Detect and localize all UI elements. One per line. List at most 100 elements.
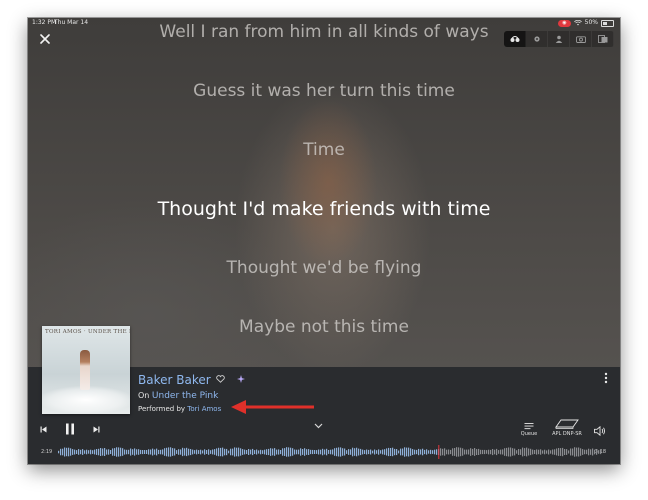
waveform-bar <box>550 450 552 454</box>
waveform-bar <box>332 449 334 455</box>
waveform-bar <box>386 448 388 456</box>
waveform-bar <box>108 449 110 455</box>
track-title[interactable]: Baker Baker <box>138 373 211 387</box>
waveform-bar <box>376 450 378 454</box>
waveform-bar <box>472 448 474 456</box>
waveform-bar <box>104 448 106 456</box>
waveform-bar <box>440 448 442 456</box>
waveform-bar <box>64 447 66 457</box>
volume-button[interactable] <box>594 421 606 440</box>
waveform-bar <box>262 450 264 454</box>
album-link[interactable]: Under the Pink <box>152 391 218 401</box>
waveform-bar <box>210 450 212 454</box>
waveform-bar <box>362 449 364 455</box>
previous-track-button[interactable] <box>40 426 47 433</box>
waveform-bar <box>598 450 600 454</box>
waveform-bar <box>292 448 294 456</box>
album-art-figure <box>80 350 90 390</box>
waveform-bar <box>142 450 144 455</box>
waveform-bar <box>290 447 292 457</box>
favorite-button[interactable] <box>216 375 225 386</box>
waveform-bar <box>340 447 342 457</box>
expand-panel-button[interactable] <box>314 422 323 432</box>
lyric-line-current[interactable]: Thought I'd make friends with time <box>28 198 620 220</box>
more-options-button[interactable] <box>604 372 608 386</box>
waveform-bar <box>482 449 484 455</box>
waveform-bar <box>572 448 574 456</box>
waveform-bar <box>150 449 152 455</box>
waveform-bar <box>246 450 248 455</box>
waveform-bar <box>158 449 160 455</box>
waveform-bar <box>382 449 384 455</box>
waveform-bar <box>324 449 326 455</box>
waveform-bar <box>540 449 542 455</box>
sparkle-button[interactable] <box>237 375 245 386</box>
pause-button[interactable] <box>65 423 75 435</box>
heart-icon <box>216 375 225 383</box>
waveform-bar <box>110 450 112 454</box>
waveform-bar <box>476 449 478 455</box>
playhead[interactable] <box>438 445 440 459</box>
waveform-bar <box>244 449 246 455</box>
waveform-bar <box>80 449 82 455</box>
waveform-bar <box>208 449 210 455</box>
waveform-bar <box>252 448 254 456</box>
waveform-bar <box>520 449 522 455</box>
pause-icon <box>66 423 74 435</box>
lyrics-view[interactable]: Well I ran from him in all kinds of ways… <box>28 18 620 367</box>
waveform-bar <box>532 449 534 455</box>
waveform-bar <box>498 450 500 454</box>
mode-tab-headphones[interactable] <box>504 31 526 47</box>
waveform-bar <box>310 449 312 455</box>
close-button[interactable] <box>38 32 52 46</box>
waveform-bar <box>188 448 190 456</box>
waveform-bar <box>458 447 460 457</box>
waveform-bar <box>84 450 86 454</box>
waveform-bar <box>454 448 456 456</box>
lyric-line[interactable]: Thought we'd be flying <box>28 258 620 278</box>
waveform-bar <box>190 449 192 456</box>
waveform-bar <box>90 449 92 455</box>
waveform-bar <box>510 447 512 457</box>
waveform-bar <box>450 449 452 455</box>
waveform-bar <box>264 449 266 455</box>
next-track-button[interactable] <box>93 426 100 433</box>
waveform-bar <box>296 449 298 455</box>
waveform-bar <box>166 447 168 457</box>
performer-prefix: Performed by <box>138 405 186 413</box>
waveform-bar <box>78 449 80 455</box>
waveform-bar <box>86 449 88 455</box>
waveform-bar <box>282 448 284 456</box>
album-art[interactable]: TORI AMOS · UNDER THE PINK <box>42 326 130 414</box>
waveform-bar <box>442 448 444 456</box>
mode-tab-photos[interactable] <box>570 31 592 47</box>
waveform-bar <box>322 448 324 456</box>
camera-icon <box>575 36 586 43</box>
mode-tab-settings[interactable] <box>526 31 548 47</box>
mode-tab-album[interactable] <box>592 31 614 47</box>
mode-tab-artist[interactable] <box>548 31 570 47</box>
queue-button[interactable]: Queue <box>518 422 540 437</box>
waveform-bar <box>422 448 424 456</box>
album-line: On Under the Pink <box>138 391 218 401</box>
waveform-scrubber[interactable] <box>58 445 602 459</box>
waveform-bar <box>156 448 158 456</box>
view-mode-switch <box>504 31 614 47</box>
waveform-bar <box>364 450 366 454</box>
waveform-bar <box>152 448 154 456</box>
waveform-bar <box>462 448 464 456</box>
artist-link[interactable]: Tori Amos <box>187 405 221 413</box>
waveform-bar <box>66 447 68 457</box>
waveform-bar <box>348 449 350 455</box>
waveform-bar <box>126 449 128 455</box>
lyric-line[interactable]: Time <box>28 140 620 160</box>
output-device-button[interactable]: APL DNP-SR <box>547 418 587 437</box>
lyric-line[interactable]: Guess it was her turn this time <box>28 81 620 101</box>
waveform-bar <box>88 450 90 454</box>
headphones-icon <box>510 36 519 42</box>
waveform-bar <box>500 449 502 455</box>
waveform-bar <box>590 449 592 455</box>
waveform-bar <box>384 449 386 455</box>
waveform-bar <box>124 449 126 455</box>
waveform-bar <box>106 449 108 455</box>
